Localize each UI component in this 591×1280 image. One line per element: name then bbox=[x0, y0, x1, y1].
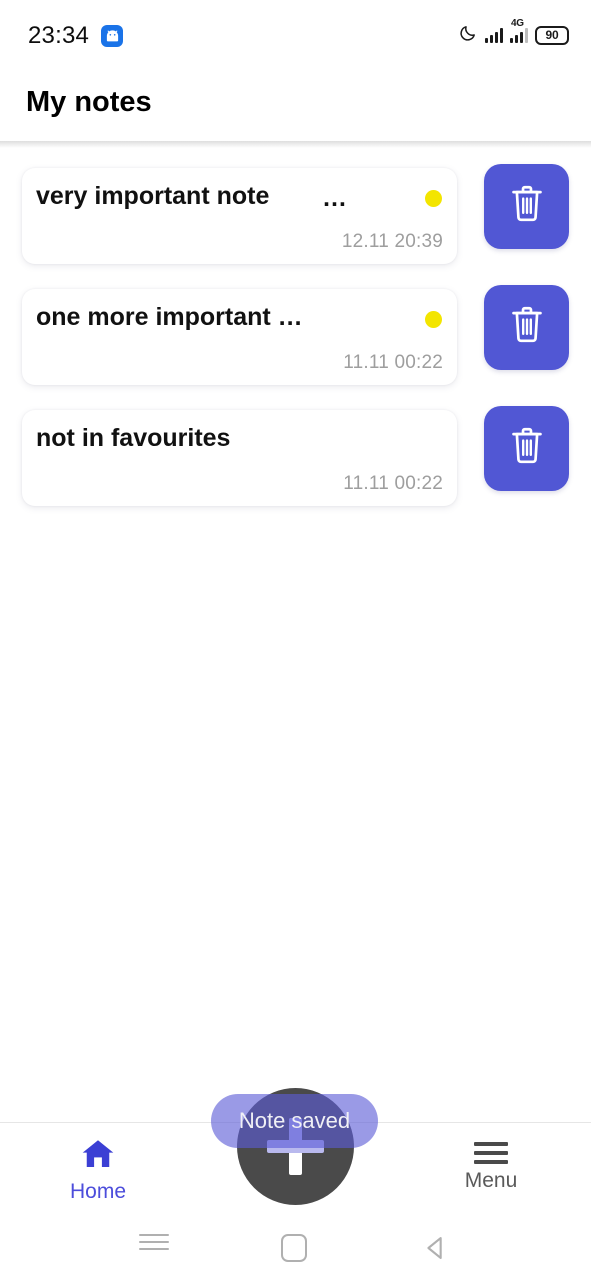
status-bar-icons: 4G 90 bbox=[459, 18, 569, 48]
note-card[interactable]: not in favourites 11.11 00:22 bbox=[22, 410, 457, 506]
page-title: My notes bbox=[26, 86, 152, 118]
back-triangle-icon[interactable] bbox=[422, 1234, 450, 1267]
note-row: very important note … 12.11 20:39 bbox=[0, 155, 591, 276]
note-timestamp: 12.11 20:39 bbox=[341, 231, 443, 252]
trash-icon bbox=[508, 183, 546, 230]
nav-item-home-label: Home bbox=[69, 1180, 127, 1203]
battery-icon: 90 bbox=[535, 25, 569, 45]
battery-level-label: 90 bbox=[545, 28, 559, 42]
delete-note-button[interactable] bbox=[484, 285, 569, 370]
crescent-moon-icon bbox=[459, 23, 478, 47]
toast-label: Note saved bbox=[238, 1108, 351, 1133]
trash-icon bbox=[508, 425, 546, 472]
system-navigation-bar bbox=[0, 1212, 591, 1280]
hamburger-icon bbox=[474, 1137, 508, 1164]
phone-screen: 23:34 4G 90 My notes very important note… bbox=[0, 0, 591, 1280]
signal-bars-icon bbox=[485, 27, 503, 43]
nav-item-menu[interactable]: Menu bbox=[416, 1137, 566, 1193]
android-robot-icon bbox=[101, 25, 123, 47]
note-card[interactable]: one more important … 11.11 00:22 bbox=[22, 289, 457, 385]
note-timestamp: 11.11 00:22 bbox=[343, 352, 443, 373]
app-bar-divider bbox=[0, 141, 591, 148]
toast-message: Note saved bbox=[211, 1094, 378, 1148]
favourite-dot bbox=[425, 311, 442, 328]
note-row: one more important … 11.11 00:22 bbox=[0, 276, 591, 397]
favourite-dot bbox=[425, 190, 442, 207]
nav-item-menu-label: Menu bbox=[464, 1169, 518, 1192]
home-square-icon[interactable] bbox=[281, 1234, 307, 1262]
notes-list: very important note … 12.11 20:39 one mo… bbox=[0, 155, 591, 518]
network-type-icon: 4G bbox=[510, 18, 528, 43]
app-bar: My notes bbox=[0, 70, 591, 142]
status-bar-clock: 23:34 bbox=[28, 22, 90, 49]
recents-icon[interactable] bbox=[139, 1234, 169, 1250]
nav-item-home[interactable]: Home bbox=[23, 1137, 173, 1204]
note-row: not in favourites 11.11 00:22 bbox=[0, 397, 591, 518]
home-icon bbox=[80, 1137, 116, 1175]
network-type-label: 4G bbox=[511, 18, 524, 29]
delete-note-button[interactable] bbox=[484, 406, 569, 491]
status-bar: 23:34 4G 90 bbox=[0, 0, 591, 70]
note-timestamp: 11.11 00:22 bbox=[343, 473, 443, 494]
trash-icon bbox=[508, 304, 546, 351]
note-overflow-ellipsis: … bbox=[322, 184, 347, 212]
delete-note-button[interactable] bbox=[484, 164, 569, 249]
note-title: one more important … bbox=[36, 303, 303, 331]
note-title: not in favourites bbox=[36, 424, 231, 452]
note-card[interactable]: very important note … 12.11 20:39 bbox=[22, 168, 457, 264]
note-title: very important note bbox=[36, 182, 270, 210]
